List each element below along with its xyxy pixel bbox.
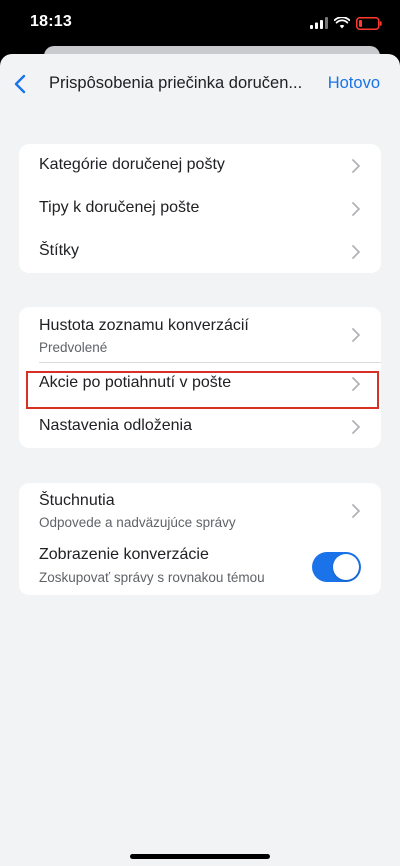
- row-sublabel: Odpovede a nadväzujúce správy: [39, 515, 236, 530]
- settings-row-nudges[interactable]: Štuchnutia Odpovede a nadväzujúce správy: [19, 483, 381, 539]
- status-bar: 18:13: [0, 0, 400, 46]
- done-button[interactable]: Hotovo: [328, 74, 380, 93]
- page-title: Prispôsobenia priečinka doručen...: [49, 74, 303, 92]
- row-label: Nastavenia odloženia: [39, 417, 192, 434]
- settings-row-swipe-actions[interactable]: Akcie po potiahnutí v pošte: [19, 363, 381, 405]
- row-label: Zobrazenie konverzácie: [39, 546, 209, 563]
- settings-row-labels[interactable]: Štítky: [19, 230, 381, 273]
- home-indicator: [130, 854, 270, 859]
- chevron-right-icon: [352, 245, 360, 259]
- navigation-bar: Prispôsobenia priečinka doručen... Hotov…: [0, 54, 400, 114]
- chevron-right-icon: [352, 328, 360, 342]
- status-time: 18:13: [30, 13, 72, 30]
- row-label: Kategórie doručenej pošty: [39, 156, 225, 173]
- row-sublabel: Predvolené: [39, 340, 108, 355]
- chevron-right-icon: [352, 202, 360, 216]
- row-label: Akcie po potiahnutí v pošte: [39, 374, 232, 391]
- battery-low-icon: [356, 16, 382, 30]
- row-label: Tipy k doručenej pošte: [39, 199, 200, 216]
- settings-row-inbox-tips[interactable]: Tipy k doručenej pošte: [19, 187, 381, 230]
- chevron-right-icon: [352, 377, 360, 391]
- nudges-conversation-group: Štuchnutia Odpovede a nadväzujúce správy…: [19, 483, 381, 595]
- conversation-list-group: Hustota zoznamu konverzácií Predvolené A…: [19, 307, 381, 448]
- inbox-group: Kategórie doručenej pošty Tipy k doručen…: [19, 144, 381, 273]
- row-label: Štítky: [39, 242, 80, 259]
- wifi-icon: [334, 17, 350, 29]
- settings-row-snooze-settings[interactable]: Nastavenia odloženia: [19, 405, 381, 448]
- status-icons: [310, 15, 382, 31]
- chevron-right-icon: [352, 159, 360, 173]
- toggle-knob: [333, 554, 359, 580]
- conversation-view-toggle[interactable]: [312, 552, 361, 582]
- settings-row-inbox-categories[interactable]: Kategórie doručenej pošty: [19, 144, 381, 187]
- row-label: Štuchnutia: [39, 492, 115, 509]
- row-sublabel: Zoskupovať správy s rovnakou témou: [39, 570, 265, 585]
- back-button[interactable]: [8, 68, 32, 100]
- settings-sheet: Prispôsobenia priečinka doručen... Hotov…: [0, 54, 400, 866]
- row-label: Hustota zoznamu konverzácií: [39, 317, 249, 334]
- chevron-left-icon: [14, 74, 26, 94]
- chevron-right-icon: [352, 504, 360, 518]
- settings-row-conversation-density[interactable]: Hustota zoznamu konverzácií Predvolené: [19, 307, 381, 363]
- settings-row-conversation-view: Zobrazenie konverzácie Zoskupovať správy…: [19, 539, 381, 595]
- cellular-signal-icon: [310, 17, 328, 29]
- chevron-right-icon: [352, 420, 360, 434]
